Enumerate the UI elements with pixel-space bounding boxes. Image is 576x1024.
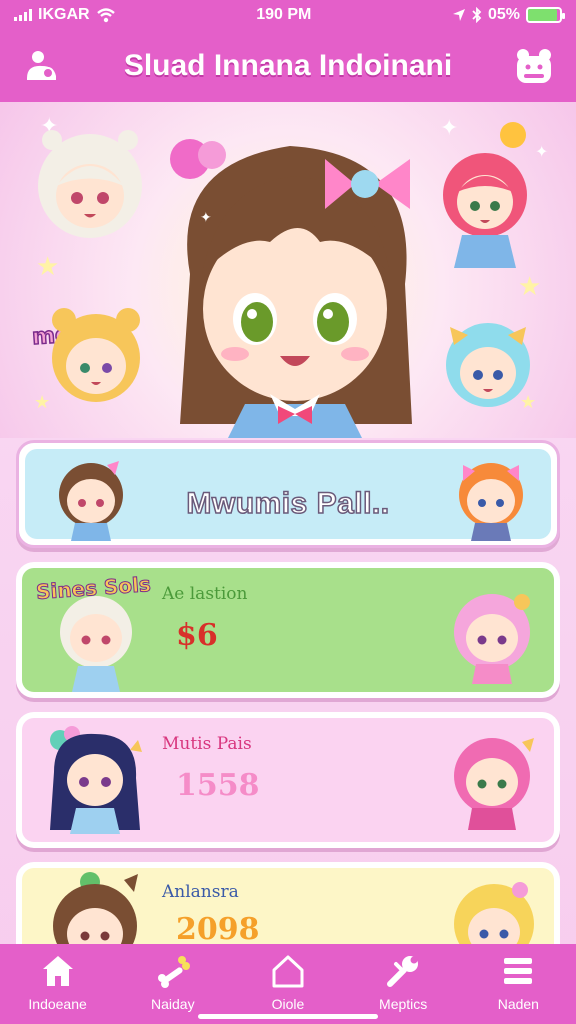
- magenta-hair-avatar: [454, 738, 534, 830]
- nav-item-naiday[interactable]: Naiday: [118, 954, 228, 1012]
- stat-card-pink[interactable]: Mutis Pais 1558: [16, 712, 560, 848]
- star-icon: ★: [36, 252, 60, 282]
- home-icon: [42, 956, 73, 986]
- battery-percent: 05%: [487, 6, 520, 23]
- main-character-illustration: ✦: [170, 139, 412, 438]
- blonde-bear-character: [52, 308, 140, 402]
- card-value: $6: [176, 618, 218, 653]
- status-bar: IKGAR 190 PM 05%: [0, 0, 576, 30]
- svg-text:✦: ✦: [200, 210, 212, 226]
- nav-label: Indoeane: [28, 996, 87, 1012]
- bottom-nav: Indoeane Naiday Oiole Meptics Naden: [0, 944, 576, 1024]
- white-hair-character: [38, 130, 142, 238]
- wrench-icon: [387, 956, 419, 987]
- home-indicator[interactable]: [198, 1014, 378, 1019]
- nav-label: Oiole: [271, 996, 305, 1012]
- house-outline-icon: [272, 955, 304, 988]
- white-hair-avatar: [60, 596, 132, 692]
- carrier-label: IKGAR: [38, 6, 90, 23]
- stat-card-pink-panel: Mutis Pais 1558: [22, 718, 554, 842]
- hero-banner: ✦ ✦ ✦ ★ ★ ★ ★ ✦: [0, 102, 576, 438]
- nav-item-home[interactable]: Indoeane: [3, 954, 113, 1012]
- stat-card-green-panel: Sines Sols Ae lastion $6: [22, 568, 554, 692]
- red-hair-character: [443, 153, 527, 268]
- page-title: Sluad Innana Indoinani: [123, 49, 453, 82]
- card-value: 1558: [176, 768, 260, 803]
- nav-item-oiole[interactable]: Oiole: [233, 954, 343, 1012]
- featured-card-panel: Mwumis Pall..: [25, 449, 551, 541]
- blue-hair-character: [446, 323, 530, 407]
- bluetooth-icon: [472, 7, 482, 23]
- location-arrow-icon: [452, 9, 465, 21]
- wifi-icon: [96, 8, 115, 23]
- dog-bone-icon: [157, 956, 190, 988]
- character-face-icon: [517, 49, 551, 83]
- nav-label: Meptics: [379, 996, 428, 1012]
- pink-hair-avatar: [454, 594, 530, 684]
- card-label: Mutis Pais: [162, 734, 252, 754]
- card-label: Anlansra: [162, 882, 239, 902]
- card-label: Ae lastion: [162, 584, 248, 604]
- character-button[interactable]: [512, 44, 556, 88]
- user-settings-button[interactable]: [20, 44, 64, 88]
- battery-icon: [525, 7, 565, 23]
- nav-item-meptics[interactable]: Meptics: [348, 954, 458, 1012]
- navy-hair-avatar: [50, 726, 142, 834]
- nav-label: Naiday: [150, 996, 195, 1012]
- sparkle-icon: ✦: [440, 116, 459, 141]
- app-header: Sluad Innana Indoinani: [0, 30, 576, 102]
- nav-item-naden[interactable]: Naden: [463, 954, 573, 1012]
- featured-card[interactable]: Mwumis Pall..: [16, 440, 560, 548]
- card-value: 2098: [176, 912, 260, 947]
- stat-card-green[interactable]: Sines Sols Ae lastion $6: [16, 562, 560, 698]
- nav-label: Naden: [497, 996, 539, 1012]
- orange-hair-cat-avatar: [459, 463, 523, 541]
- clock: 190 PM: [256, 6, 312, 23]
- menu-icon: [504, 958, 533, 984]
- sun-icon: [500, 122, 526, 148]
- signal-icon: [14, 9, 32, 21]
- user-settings-icon: [27, 51, 56, 80]
